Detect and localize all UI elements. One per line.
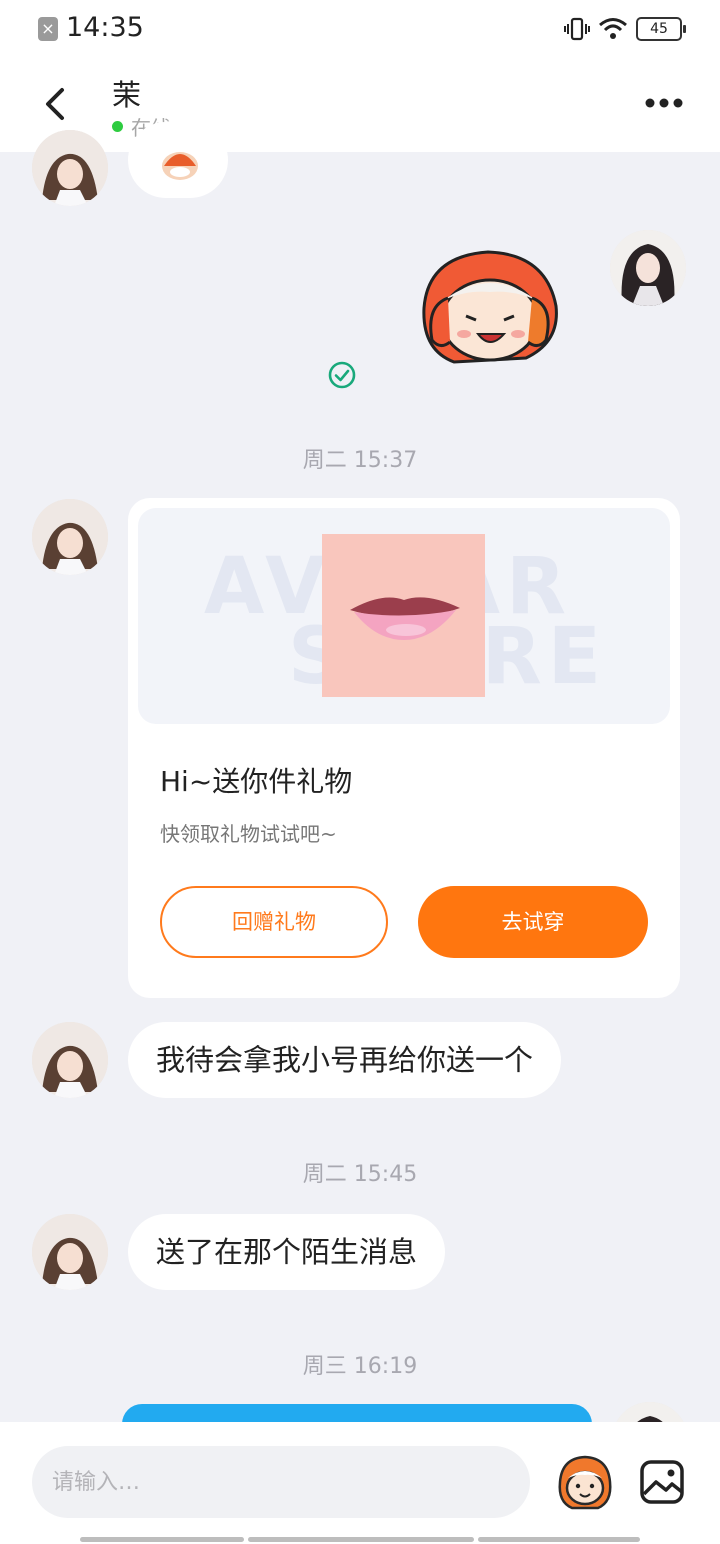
my-avatar[interactable] xyxy=(610,230,686,306)
message-bubble[interactable]: 送了在那个陌生消息 xyxy=(128,1214,446,1290)
sticker-small-icon xyxy=(162,152,198,180)
vibrate-icon xyxy=(564,17,590,41)
sticker-icon[interactable] xyxy=(554,1452,616,1514)
online-dot-icon xyxy=(112,121,123,132)
gift-preview[interactable]: AVATAR STORE xyxy=(138,508,670,724)
status-icons: 45 xyxy=(564,14,686,44)
gift-item-image xyxy=(322,534,485,697)
contact-avatar[interactable] xyxy=(32,130,108,206)
gift-card-title: Hi~送你件礼物 xyxy=(160,765,353,798)
return-gift-button[interactable]: 回赠礼物 xyxy=(160,886,388,958)
contact-avatar[interactable] xyxy=(32,1022,108,1098)
timestamp: 周三 16:19 xyxy=(302,1354,418,1379)
sticker-bubble[interactable] xyxy=(128,122,228,198)
nav-indicator xyxy=(248,1537,474,1542)
status-time: 14:35 xyxy=(66,12,144,43)
timestamp: 周二 15:45 xyxy=(302,1162,418,1187)
status-bar: × 14:35 45 xyxy=(0,0,720,58)
contact-name[interactable]: 茉 xyxy=(112,72,141,114)
nav-indicator xyxy=(80,1537,244,1542)
more-options-icon[interactable] xyxy=(644,88,684,118)
image-icon[interactable] xyxy=(638,1458,686,1506)
message-bubble[interactable]: 我待会拿我小号再给你送一个 xyxy=(128,1022,562,1098)
message-input[interactable] xyxy=(32,1446,530,1518)
gift-card[interactable]: AVATAR STORE Hi~送你件礼物 快领取礼物试试吧~ 回赠礼物 去试穿 xyxy=(128,498,680,998)
nav-indicator xyxy=(478,1537,640,1542)
input-bar xyxy=(0,1422,720,1544)
contact-avatar[interactable] xyxy=(32,499,108,575)
battery-icon: 45 xyxy=(636,17,686,41)
back-arrow-icon[interactable] xyxy=(30,78,80,128)
contact-avatar[interactable] xyxy=(32,1214,108,1290)
wifi-icon xyxy=(599,18,627,39)
sent-sticker-image[interactable] xyxy=(414,246,564,372)
try-on-button[interactable]: 去试穿 xyxy=(418,886,648,958)
read-check-icon xyxy=(328,361,356,389)
chat-header: 茉 在线 xyxy=(0,58,720,152)
gift-card-subtitle: 快领取礼物试试吧~ xyxy=(160,822,337,846)
notification-icon: × xyxy=(38,17,58,41)
timestamp: 周二 15:37 xyxy=(302,448,418,473)
